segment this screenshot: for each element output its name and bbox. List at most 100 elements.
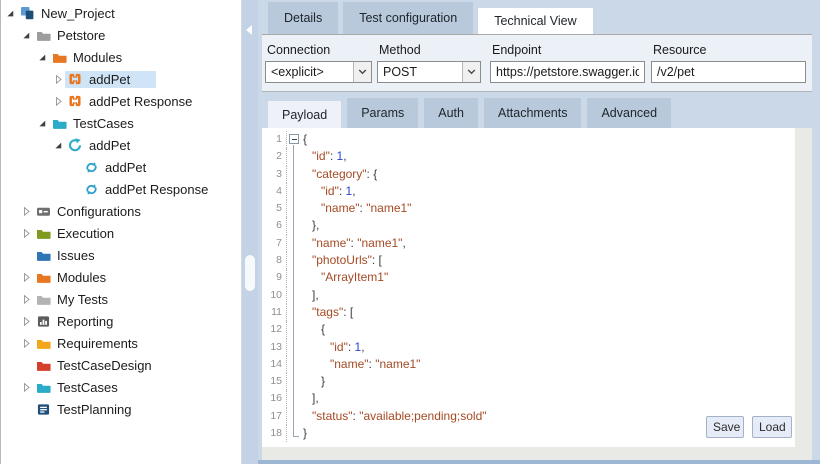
subtab-payload[interactable]: Payload — [268, 101, 341, 128]
tree-item-addpet[interactable]: addPet — [1, 68, 241, 90]
code-line[interactable]: 10], — [262, 287, 795, 304]
tree-item-content[interactable]: Petstore — [33, 27, 119, 44]
save-button[interactable]: Save — [706, 416, 744, 438]
tree-item-content[interactable]: TestCases — [33, 379, 132, 396]
tree-expander-icon[interactable] — [20, 29, 33, 41]
tree-item-modules[interactable]: Modules — [1, 46, 241, 68]
line-number: 3 — [262, 166, 287, 183]
tree-item-requirements[interactable]: Requirements — [1, 332, 241, 354]
tree-item-content[interactable]: TestPlanning — [33, 401, 145, 418]
tree-item-execution[interactable]: Execution — [1, 222, 241, 244]
tree-item-petstore[interactable]: Petstore — [1, 24, 241, 46]
tree-item-content[interactable]: Execution — [33, 225, 128, 242]
sidebar-scrollbar-thumb[interactable] — [245, 255, 255, 291]
subtab-attachments[interactable]: Attachments — [484, 98, 581, 128]
subtab-params[interactable]: Params — [347, 98, 418, 128]
tree-expander-icon[interactable] — [20, 381, 33, 393]
tab-test-configuration[interactable]: Test configuration — [343, 2, 473, 34]
subtab-auth[interactable]: Auth — [424, 98, 478, 128]
tree-item-content[interactable]: Configurations — [33, 203, 155, 220]
payload-tab-bar: PayloadParamsAuthAttachmentsAdvanced — [268, 98, 671, 128]
collapse-sidebar-icon[interactable] — [246, 25, 252, 35]
code-line[interactable]: 5"name": "name1" — [262, 200, 795, 217]
tree-item-content[interactable]: Modules — [49, 49, 136, 66]
tree-item-issues[interactable]: Issues — [1, 244, 241, 266]
tree-item-content[interactable]: TestCaseDesign — [33, 357, 166, 374]
connection-select[interactable]: <explicit> — [265, 61, 372, 83]
code-line[interactable]: 8"photoUrls": [ — [262, 252, 795, 269]
chevron-down-icon[interactable] — [353, 62, 371, 82]
code-line[interactable]: 12{ — [262, 321, 795, 338]
tree-item-content[interactable]: TestCases — [49, 115, 148, 132]
code-line[interactable]: 6}, — [262, 217, 795, 234]
tree-item-reporting[interactable]: Reporting — [1, 310, 241, 332]
panel-splitter[interactable] — [242, 0, 258, 464]
tree-item-content[interactable]: Reporting — [33, 313, 127, 330]
config-icon — [35, 204, 51, 218]
tree-expander-icon — [20, 249, 33, 261]
tree-expander-icon[interactable] — [36, 117, 49, 129]
code-line[interactable]: 1{ — [262, 131, 795, 148]
tree-item-addpet[interactable]: addPet — [1, 156, 241, 178]
tree-item-content[interactable]: Issues — [33, 247, 109, 264]
code-line[interactable]: 2"id": 1, — [262, 148, 795, 165]
endpoint-input[interactable] — [490, 61, 645, 83]
chevron-down-icon[interactable] — [462, 62, 480, 82]
tree-item-label: My Tests — [57, 292, 108, 307]
tree-expander-icon[interactable] — [52, 139, 65, 151]
tree-expander-icon[interactable] — [20, 271, 33, 283]
code-line[interactable]: 4"id": 1, — [262, 183, 795, 200]
code-line[interactable]: 14"name": "name1" — [262, 356, 795, 373]
code-line[interactable]: 7"name": "name1", — [262, 235, 795, 252]
tree-expander-icon[interactable] — [36, 51, 49, 63]
tree-item-content[interactable]: addPet — [81, 159, 160, 176]
tree-item-configurations[interactable]: Configurations — [1, 200, 241, 222]
tree-expander-icon[interactable] — [52, 73, 65, 85]
method-select[interactable]: POST — [377, 61, 481, 83]
tree-expander-icon[interactable] — [4, 7, 17, 19]
tree-item-content[interactable]: addPet Response — [65, 93, 206, 110]
editor-scrollbar[interactable] — [795, 128, 812, 447]
code-line[interactable]: 11"tags": [ — [262, 304, 795, 321]
code-text: "tags": [ — [312, 304, 353, 321]
payload-editor[interactable]: 1{2"id": 1,3"category": {4"id": 1,5"name… — [262, 128, 795, 447]
tree-expander-icon[interactable] — [20, 293, 33, 305]
resource-input[interactable] — [651, 61, 806, 83]
code-line[interactable]: 9"ArrayItem1" — [262, 269, 795, 286]
tree-item-testplanning[interactable]: TestPlanning — [1, 398, 241, 420]
load-button[interactable]: Load — [752, 416, 792, 438]
tree-item-content[interactable]: New_Project — [17, 5, 129, 22]
tree-item-content[interactable]: addPet — [65, 71, 156, 88]
tree-item-testcasedesign[interactable]: TestCaseDesign — [1, 354, 241, 376]
fold-guide — [287, 373, 300, 390]
tree-item-my-tests[interactable]: My Tests — [1, 288, 241, 310]
tree-expander-icon[interactable] — [20, 337, 33, 349]
tree-item-modules[interactable]: Modules — [1, 266, 241, 288]
tree-item-new-project[interactable]: New_Project — [1, 2, 241, 24]
tree-item-testcases[interactable]: TestCases — [1, 112, 241, 134]
tree-item-content[interactable]: addPet Response — [81, 181, 222, 198]
code-line[interactable]: 15} — [262, 373, 795, 390]
tab-details[interactable]: Details — [268, 2, 338, 34]
tree-item-content[interactable]: Modules — [33, 269, 120, 286]
tab-technical-view[interactable]: Technical View — [478, 8, 592, 34]
tree-item-content[interactable]: My Tests — [33, 291, 122, 308]
tree-expander-icon[interactable] — [20, 227, 33, 239]
tree-item-label: Petstore — [57, 28, 105, 43]
field-method: MethodPOST — [377, 35, 481, 91]
subtab-advanced[interactable]: Advanced — [587, 98, 671, 128]
code-line[interactable]: 3"category": { — [262, 166, 795, 183]
module-icon — [67, 72, 83, 86]
tree-item-addpet-response[interactable]: addPet Response — [1, 178, 241, 200]
tree-item-content[interactable]: Requirements — [33, 335, 152, 352]
tree-expander-icon[interactable] — [52, 95, 65, 107]
fold-collapse-icon[interactable] — [287, 131, 300, 148]
tree-item-addpet-response[interactable]: addPet Response — [1, 90, 241, 112]
code-line[interactable]: 16], — [262, 390, 795, 407]
tree-item-content[interactable]: addPet — [65, 137, 144, 154]
code-line[interactable]: 13"id": 1, — [262, 339, 795, 356]
tree-expander-icon[interactable] — [20, 205, 33, 217]
tree-expander-icon[interactable] — [20, 315, 33, 327]
tree-item-addpet[interactable]: addPet — [1, 134, 241, 156]
tree-item-testcases[interactable]: TestCases — [1, 376, 241, 398]
